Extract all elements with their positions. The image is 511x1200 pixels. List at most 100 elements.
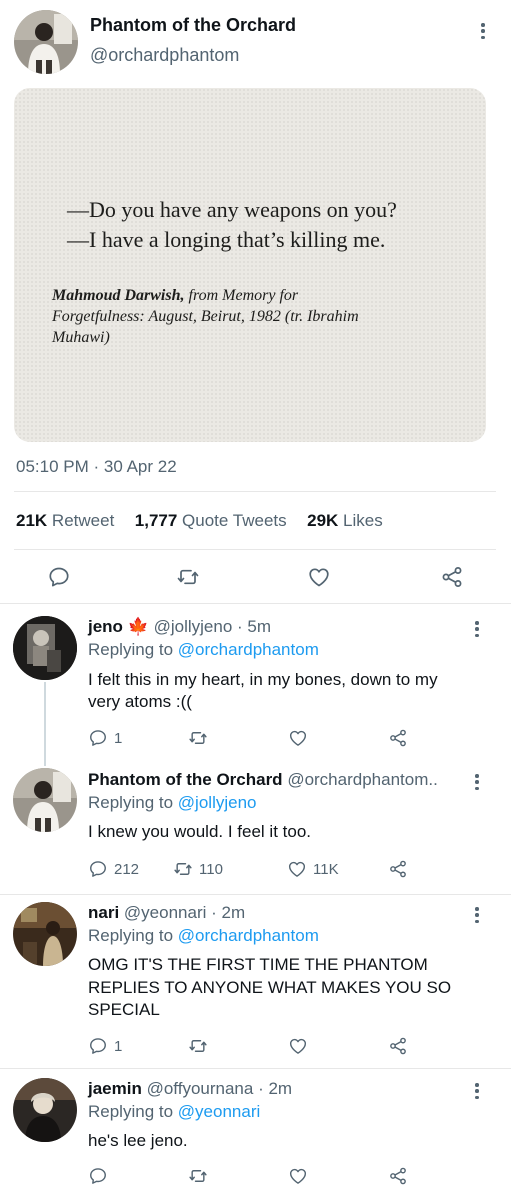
heart-icon	[307, 565, 331, 589]
quote-tweets-stat[interactable]: 1,777 Quote Tweets	[135, 511, 287, 530]
like-button[interactable]	[307, 565, 331, 589]
share-icon	[440, 565, 464, 589]
more-options-icon[interactable]	[472, 1080, 482, 1102]
reply-author-name[interactable]: Phantom of the Orchard	[88, 770, 283, 789]
reply-icon	[88, 1166, 108, 1186]
quote-attribution-line-2: Forgetfulness: August, Beirut, 1982 (tr.…	[52, 308, 359, 325]
reply-time[interactable]: · 2m	[211, 903, 245, 922]
reply-header: nari @yeonnari · 2m	[88, 903, 245, 923]
reply-icon	[88, 859, 108, 879]
quote-image[interactable]: —Do you have any weapons on you? —I have…	[14, 88, 486, 442]
retweet-icon	[176, 565, 200, 589]
tweet-timestamp[interactable]: 05:10 PM · 30 Apr 22	[16, 457, 177, 477]
divider	[0, 1068, 511, 1069]
replying-to-label: Replying to	[88, 793, 174, 812]
reply-icon	[88, 1036, 108, 1056]
reply-count: 1	[114, 729, 123, 747]
avatar[interactable]	[14, 10, 78, 74]
quote-line-2: —I have a longing that’s killing me.	[67, 227, 386, 252]
retweet-button[interactable]	[176, 565, 200, 589]
likes-stat[interactable]: 29K Likes	[307, 511, 383, 530]
reply-count: 212	[114, 860, 140, 878]
quote-attribution-line-3: Muhawi)	[52, 329, 110, 346]
share-button[interactable]	[388, 1036, 408, 1056]
retweet-button[interactable]: 110	[173, 859, 223, 879]
share-icon	[388, 859, 408, 879]
reply-text-line: SPECIAL	[88, 1000, 160, 1019]
share-icon	[388, 728, 408, 748]
reply-author-name[interactable]: jeno	[88, 617, 123, 636]
quotes-count: 1,777	[134, 511, 178, 530]
reply-time[interactable]: · 5m	[237, 617, 271, 636]
share-button[interactable]	[440, 565, 464, 589]
share-button[interactable]	[388, 859, 408, 879]
reply-header: Phantom of the Orchard @orchardphantom..	[88, 770, 438, 790]
retweets-label: Retweet	[51, 511, 115, 530]
replying-to-handle[interactable]: @orchardphantom	[178, 926, 319, 945]
reply-author-handle[interactable]: @yeonnari	[124, 903, 206, 922]
avatar[interactable]	[13, 616, 77, 680]
like-button[interactable]	[288, 1166, 314, 1186]
reply-button[interactable]	[47, 565, 71, 589]
share-button[interactable]	[388, 728, 408, 748]
more-options-icon[interactable]	[472, 618, 482, 640]
replying-to: Replying to @orchardphantom	[88, 640, 319, 660]
divider	[14, 491, 496, 492]
replying-to-label: Replying to	[88, 926, 174, 945]
share-icon	[388, 1036, 408, 1056]
retweets-stat[interactable]: 21K Retweet	[16, 511, 114, 530]
retweet-icon	[173, 859, 193, 879]
reply-button[interactable]	[88, 1166, 114, 1186]
reply-text-line: OMG IT'S THE FIRST TIME THE PHANTOM	[88, 955, 428, 974]
share-button[interactable]	[388, 1166, 408, 1186]
like-button[interactable]: 11K	[287, 859, 339, 879]
like-button[interactable]	[288, 728, 314, 748]
author-name[interactable]: Phantom of the Orchard	[90, 15, 296, 36]
more-options-icon[interactable]	[472, 904, 482, 926]
heart-icon	[287, 859, 307, 879]
tweet-stats: 21K Retweet 1,777 Quote Tweets 29K Likes	[16, 511, 383, 531]
reply-text-line: I knew you would. I feel it too.	[88, 822, 312, 841]
heart-icon	[288, 1036, 308, 1056]
reply-button[interactable]: 1	[88, 1036, 122, 1056]
reply-time[interactable]: · 2m	[258, 1079, 292, 1098]
replying-to-handle[interactable]: @yeonnari	[178, 1102, 260, 1121]
reply-text-line: REPLIES TO ANYONE WHAT MAKES YOU SO	[88, 978, 452, 997]
replying-to: Replying to @orchardphantom	[88, 926, 319, 946]
replying-to-label: Replying to	[88, 640, 174, 659]
retweet-button[interactable]	[188, 1166, 214, 1186]
reply-author-handle[interactable]: @orchardphantom..	[287, 770, 438, 789]
reply-author-name[interactable]: jaemin	[88, 1079, 142, 1098]
more-options-icon[interactable]	[472, 771, 482, 793]
like-button[interactable]	[288, 1036, 314, 1056]
retweet-button[interactable]	[188, 1036, 214, 1056]
retweet-icon	[188, 1036, 208, 1056]
reply-icon	[47, 565, 71, 589]
reply-button[interactable]: 212	[88, 859, 139, 879]
share-icon	[388, 1166, 408, 1186]
retweet-count: 110	[199, 860, 223, 878]
avatar[interactable]	[13, 1078, 77, 1142]
quote-author: Mahmoud Darwish,	[52, 287, 185, 304]
reply-button[interactable]: 1	[88, 728, 122, 748]
likes-count: 29K	[307, 511, 339, 530]
replying-to-handle[interactable]: @jollyjeno	[178, 793, 257, 812]
author-handle[interactable]: @orchardphantom	[90, 45, 239, 66]
retweet-icon	[188, 728, 208, 748]
reply-author-handle[interactable]: @jollyjeno	[154, 617, 233, 636]
likes-label: Likes	[343, 511, 383, 530]
thread-line	[44, 682, 46, 766]
reply-count: 1	[114, 1037, 123, 1055]
retweet-button[interactable]	[188, 728, 214, 748]
heart-icon	[288, 1166, 308, 1186]
maple-leaf-emoji: 🍁	[127, 617, 149, 636]
avatar[interactable]	[13, 768, 77, 832]
more-options-icon[interactable]	[478, 20, 488, 42]
replying-to: Replying to @jollyjeno	[88, 793, 256, 813]
avatar[interactable]	[13, 902, 77, 966]
reply-author-handle[interactable]: @offyournana	[147, 1079, 254, 1098]
reply-header: jeno 🍁 @jollyjeno · 5m	[88, 617, 271, 637]
reply-author-name[interactable]: nari	[88, 903, 119, 922]
replying-to-handle[interactable]: @orchardphantom	[178, 640, 319, 659]
divider	[0, 894, 511, 895]
